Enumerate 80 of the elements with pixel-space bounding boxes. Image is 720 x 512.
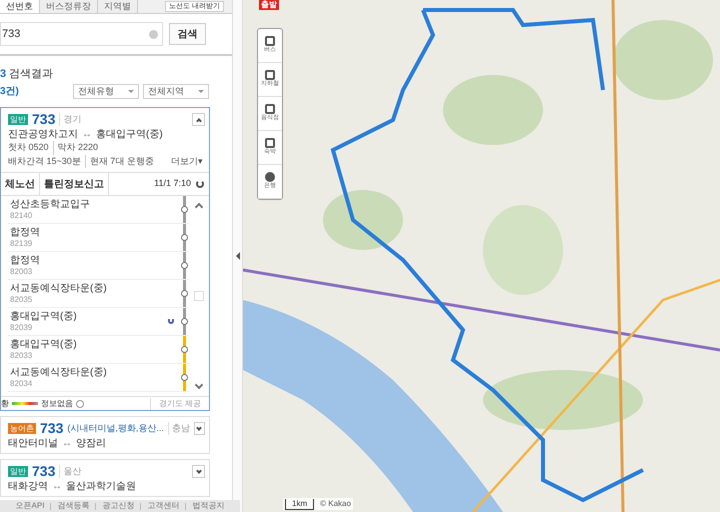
detail-tab[interactable]: 틀린정보신고 [40, 173, 109, 195]
stop-marker-icon [180, 262, 188, 269]
search-input[interactable]: 733 [2, 26, 149, 42]
stop-name[interactable]: 서교동예식장타운(중) [10, 366, 179, 378]
stop-marker-icon [180, 374, 188, 381]
route-origin: 태화강역 [8, 480, 48, 493]
stop-name[interactable]: 홍대입구역(중) [10, 310, 168, 322]
stop-marker-icon [180, 234, 188, 241]
route-type-badge: 일반 [8, 114, 28, 125]
caret-icon [198, 90, 204, 93]
route-number[interactable]: 733 [40, 421, 64, 436]
route-type-badge: 일반 [8, 466, 28, 477]
route-arrow: ↔ [82, 128, 92, 141]
route-destination: 홍대입구역(중) [96, 128, 163, 141]
traffic-legend-bar [12, 402, 38, 405]
stop-id: 82039 [10, 322, 34, 332]
stop-id: 82035 [10, 294, 34, 304]
route-arrow: ↔ [52, 480, 62, 493]
route-name[interactable]: (시내터미널,평화,용산... [67, 422, 164, 436]
route-region: 울산 [59, 464, 82, 478]
map-copyright: © Kakao [320, 498, 351, 510]
footer-link[interactable]: 오픈API [16, 500, 44, 512]
toggle-button[interactable] [192, 465, 205, 478]
first-bus-time: 첫차 0520 [8, 141, 49, 154]
route-destination: 양잠리 [76, 437, 106, 450]
chevron-icon [196, 118, 202, 124]
map-scale: 1km [285, 498, 314, 510]
stop-marker-icon [180, 318, 188, 325]
legend-label: 정보없음 [41, 398, 73, 410]
footer-link[interactable]: 고객센터 [147, 500, 180, 512]
more-button[interactable]: 더보기▾ [171, 154, 203, 168]
refresh-icon[interactable] [196, 180, 204, 188]
route-origin: 태안터미널 [8, 437, 58, 450]
stop-marker-icon [180, 346, 188, 353]
running-count: 현재 7대 운행중 [84, 154, 154, 168]
footer-link[interactable]: 검색등록 [57, 500, 90, 512]
bus-interval: 배차간격 15~30분 [8, 154, 81, 168]
filter-dropdown[interactable]: 전체지역 [143, 84, 209, 99]
stop-id: 82139 [10, 238, 34, 248]
bus-position-icon [168, 319, 174, 324]
toggle-button[interactable] [194, 422, 205, 435]
route-number[interactable]: 733 [32, 464, 56, 479]
route-arrow: ↔ [62, 437, 72, 450]
stop-id: 82034 [10, 378, 34, 388]
route-origin: 진관공영차고지 [8, 128, 78, 141]
route-region: 충남 [168, 422, 190, 436]
tab[interactable]: 선번호 [0, 0, 40, 13]
chevron-icon [196, 468, 202, 474]
stop-id: 82003 [10, 266, 34, 276]
stop-marker-icon [180, 290, 188, 297]
stop-id: 82033 [10, 350, 34, 360]
detail-tab[interactable]: 체노선 [1, 173, 40, 195]
start-badge: 출발 [259, 0, 279, 10]
route-type-badge: 농어촌 [8, 423, 36, 434]
footer-link[interactable]: 광고신청 [102, 500, 134, 512]
stop-id: 82140 [10, 210, 34, 220]
stop-name[interactable]: 합정역 [10, 226, 179, 238]
footer-link[interactable]: 법적공지 [192, 500, 224, 512]
chevron-icon [196, 424, 202, 430]
legend-label: 황 [1, 398, 9, 410]
info-icon[interactable] [76, 400, 84, 408]
search-button[interactable]: 검색 [169, 23, 206, 45]
stop-name[interactable]: 합정역 [10, 254, 179, 266]
route-region: 경기 [59, 112, 82, 126]
result-title: 3 검색결과 [0, 67, 54, 80]
filter-dropdown[interactable]: 전체유형 [73, 84, 139, 99]
data-provider: 경기도 제공 [150, 398, 209, 410]
stop-name[interactable]: 홍대입구역(중) [10, 338, 179, 350]
stop-name[interactable]: 서교동예식장타운(중) [10, 282, 179, 294]
search-field[interactable]: 733 [0, 22, 163, 46]
stop-marker-icon [180, 206, 188, 213]
caret-icon [128, 90, 134, 93]
stop-name[interactable]: 성산초등학교입구 [10, 198, 179, 210]
update-time: 11/1 7:10 [154, 177, 191, 190]
toggle-button[interactable] [192, 113, 205, 126]
scroll-thumb[interactable] [194, 291, 204, 301]
last-bus-time: 막차 2220 [52, 141, 98, 154]
result-count: 3건) [0, 85, 20, 99]
route-number[interactable]: 733 [32, 112, 56, 127]
route-destination: 울산과학기술원 [66, 480, 136, 493]
